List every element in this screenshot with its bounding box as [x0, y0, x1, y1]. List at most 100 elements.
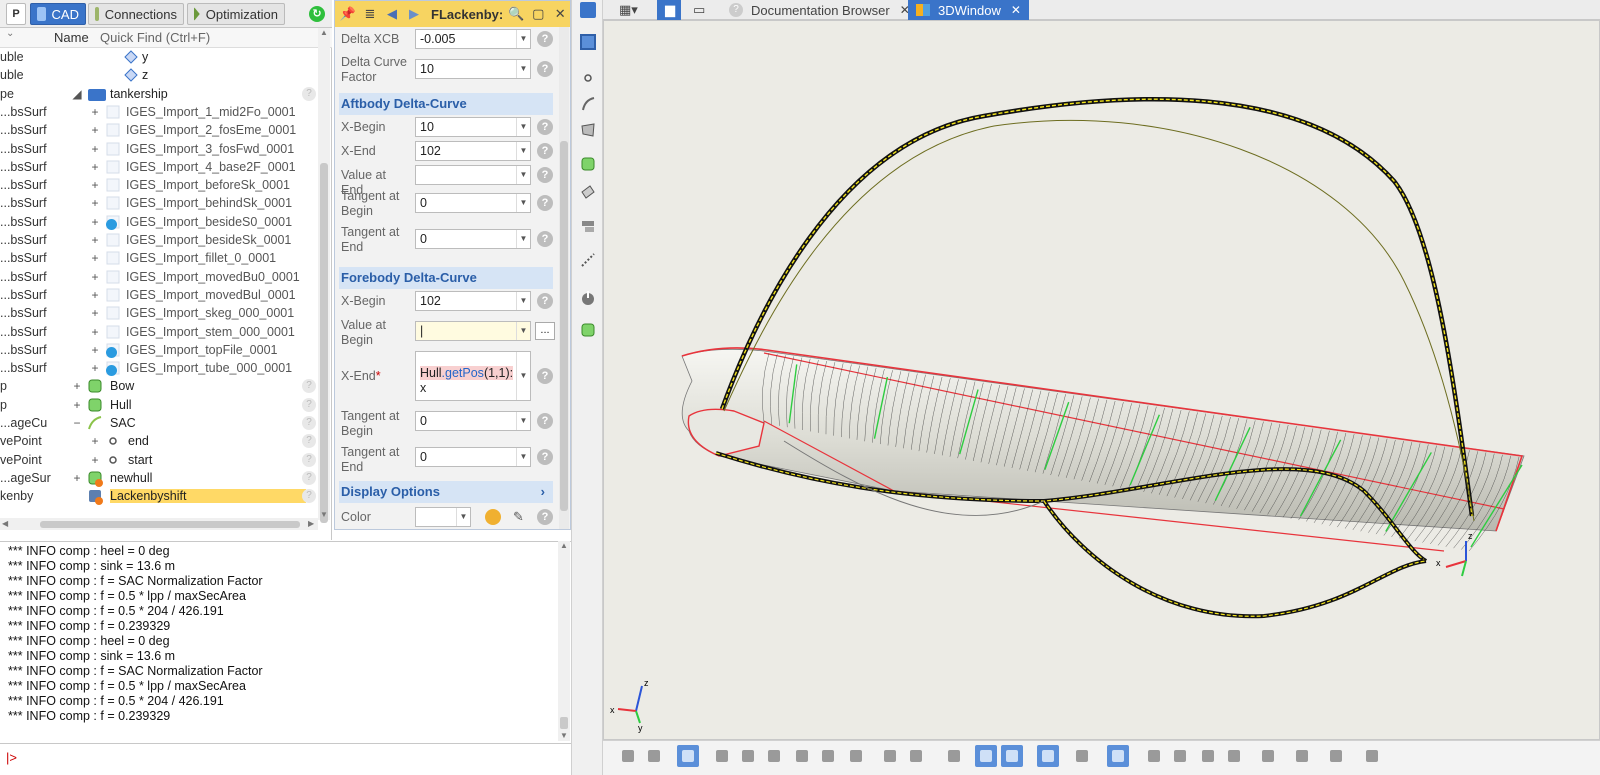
view-iso-icon[interactable] — [1223, 745, 1245, 767]
help-icon[interactable]: ? — [537, 231, 553, 247]
select-mode-icon[interactable] — [580, 34, 596, 50]
collapse-chevron-icon[interactable]: ⌄ — [6, 28, 14, 39]
tree-row[interactable]: bsSurf... + IGES_Import_2_fosEme_0001 — [0, 121, 320, 139]
expand-toggle-icon[interactable]: + — [72, 379, 82, 393]
hull-3d-scene[interactable]: z x z x y — [604, 21, 1600, 741]
help-icon[interactable]: ? — [302, 489, 316, 504]
fwd-xend-expression-input[interactable]: Hull.getPos(1,1): x ▼ — [415, 351, 531, 401]
expand-toggle-icon[interactable]: − — [72, 416, 82, 430]
fwd-tangent-end-input[interactable]: 0 ▼ — [415, 447, 531, 467]
help-icon[interactable]: ? — [537, 119, 553, 135]
delete-tool-icon[interactable] — [905, 745, 927, 767]
tree-row[interactable]: bsSurf... + IGES_Import_behindSk_0001 — [0, 194, 320, 212]
waterline-icon[interactable] — [1257, 745, 1279, 767]
aftbody-input[interactable]: ▼ — [415, 165, 531, 185]
help-icon[interactable]: ? — [302, 86, 316, 101]
expand-toggle-icon[interactable]: + — [90, 215, 100, 229]
view-side-icon[interactable] — [1169, 745, 1191, 767]
tree-row[interactable]: bsSurf... + IGES_Import_besideSk_0001 — [0, 231, 320, 249]
snapshot-icon[interactable] — [643, 745, 665, 767]
tab-3dwindow[interactable]: 3DWindow ✕ — [908, 0, 1029, 20]
help-icon[interactable]: ? — [302, 416, 316, 430]
help-icon[interactable]: ? — [537, 143, 553, 159]
dropdown-icon[interactable]: ▼ — [516, 448, 530, 466]
expand-toggle-icon[interactable]: + — [90, 288, 100, 302]
project-icon[interactable]: P — [6, 3, 26, 25]
refresh-status-icon[interactable]: ↻ — [309, 6, 325, 22]
cube-icon[interactable] — [1107, 745, 1129, 767]
aftbody-input[interactable]: 10 ▼ — [415, 117, 531, 137]
axis-icon[interactable] — [1001, 745, 1023, 767]
help-icon[interactable]: ? — [537, 195, 553, 211]
dropdown-icon[interactable]: ▼ — [516, 352, 530, 400]
dropdown-icon[interactable]: ▼ — [516, 194, 530, 212]
expand-toggle-icon[interactable]: + — [90, 196, 100, 210]
expand-toggle-icon[interactable]: + — [90, 233, 100, 247]
tree-row[interactable]: bsSurf... + IGES_Import_beforeSk_0001 — [0, 176, 320, 194]
cad-tab-icon[interactable]: ▆ — [657, 0, 681, 20]
search-icon[interactable]: 🔍 — [507, 6, 525, 22]
properties-scrollbar[interactable] — [559, 27, 569, 529]
tree-row[interactable]: bsSurf... + IGES_Import_topFile_0001 — [0, 341, 320, 359]
edit-icon[interactable]: ✎ — [513, 509, 524, 525]
tree-row[interactable]: vePoint + end? — [0, 432, 320, 450]
help-icon[interactable]: ? — [537, 509, 553, 525]
camera-icon[interactable] — [1291, 745, 1313, 767]
tree-row[interactable]: ageSur... + newhull? — [0, 469, 320, 487]
copy-icon[interactable]: ▢ — [529, 6, 547, 22]
aftbody-input[interactable]: 0 ▼ — [415, 193, 531, 213]
point-tool-icon[interactable] — [711, 745, 733, 767]
expand-toggle-icon[interactable]: + — [72, 471, 82, 485]
expand-toggle-icon[interactable]: + — [90, 251, 100, 265]
tree-horizontal-scrollbar[interactable]: ◀ ▶ — [0, 518, 318, 530]
dropdown-icon[interactable]: ▼ — [516, 142, 530, 160]
expand-toggle-icon[interactable]: ◢ — [72, 87, 82, 101]
help-icon[interactable]: ? — [302, 434, 316, 449]
dropdown-icon[interactable]: ▼ — [516, 118, 530, 136]
dropdown-icon[interactable]: ▼ — [516, 292, 530, 310]
tree-row[interactable]: ageCu... − SAC? — [0, 414, 320, 432]
back-arrow-icon[interactable]: ◀ — [383, 6, 401, 22]
tab-documentation-browser[interactable]: ? Documentation Browser ✕ — [721, 0, 918, 20]
offset-surface-icon[interactable] — [580, 184, 596, 200]
aftbody-input[interactable]: 0 ▼ — [415, 229, 531, 249]
help-icon[interactable]: ? — [302, 397, 316, 412]
expand-toggle-icon[interactable]: + — [90, 123, 100, 137]
section-tool-icon[interactable] — [879, 745, 901, 767]
tree-vertical-scrollbar[interactable]: ▲ ▼ — [318, 28, 330, 523]
forebody-section-header[interactable]: Forebody Delta-Curve — [339, 267, 553, 289]
expand-toggle-icon[interactable]: + — [90, 105, 100, 119]
record-icon[interactable] — [617, 745, 639, 767]
tree-row[interactable]: bsSurf... + IGES_Import_movedBu0_0001 — [0, 268, 320, 286]
expand-toggle-icon[interactable]: + — [90, 142, 100, 156]
fwd-xbegin-input[interactable]: 102 ▼ — [415, 291, 531, 311]
help-icon[interactable]: ? — [302, 452, 316, 467]
expression-editor-button[interactable]: ... — [535, 322, 555, 340]
close-tab-icon[interactable]: ✕ — [1011, 3, 1021, 17]
section-icon[interactable] — [580, 218, 596, 234]
cad-view-icon[interactable] — [580, 2, 596, 18]
green-surface-tool-icon[interactable] — [791, 745, 813, 767]
palette-icon[interactable] — [485, 509, 501, 525]
fwd-value-begin-input[interactable]: | ▼ — [415, 321, 531, 341]
command-line[interactable]: |> — [0, 743, 571, 775]
help-icon[interactable]: ? — [537, 449, 553, 465]
import-icon[interactable] — [580, 290, 596, 306]
dropdown-icon[interactable]: ▼ — [516, 322, 530, 340]
help-icon[interactable]: ? — [537, 368, 553, 384]
help-icon[interactable]: ? — [537, 167, 553, 183]
display-options-header[interactable]: Display Options › — [339, 481, 553, 503]
tree-row[interactable]: bsSurf... + IGES_Import_tube_000_0001 — [0, 359, 320, 377]
help-icon[interactable]: ? — [537, 413, 553, 429]
tree-row[interactable]: bsSurf... + IGES_Import_besideS0_0001 — [0, 213, 320, 231]
expand-toggle-icon[interactable]: + — [90, 160, 100, 174]
expand-toggle-icon[interactable]: + — [72, 398, 82, 412]
aftbody-section-header[interactable]: Aftbody Delta-Curve — [339, 93, 553, 115]
dropdown-icon[interactable]: ▼ — [516, 230, 530, 248]
fwd-tangent-begin-input[interactable]: 0 ▼ — [415, 411, 531, 431]
tree-row[interactable]: kenby Lackenbyshift? — [0, 487, 320, 506]
expand-toggle-icon[interactable]: + — [90, 343, 100, 357]
view-top-icon[interactable] — [1197, 745, 1219, 767]
color-select[interactable]: ▼ — [415, 507, 471, 527]
dropdown-icon[interactable]: ▼ — [456, 508, 470, 526]
